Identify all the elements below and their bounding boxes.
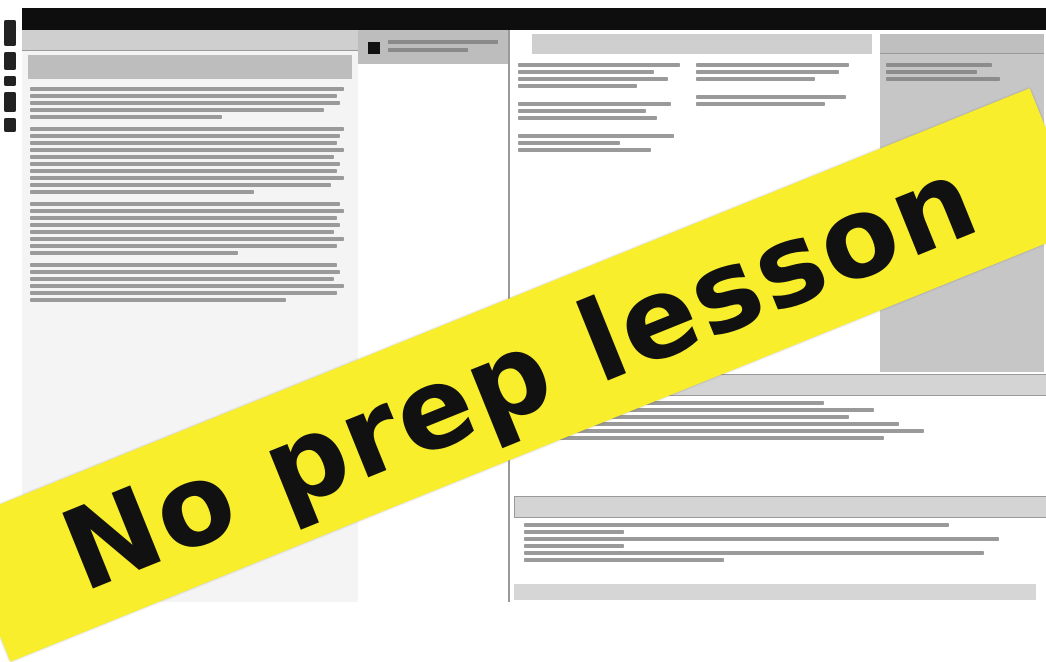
reading-paragraph (30, 263, 350, 302)
worksheet-title-bar (22, 8, 1046, 30)
multiple-choice-list-left (518, 60, 688, 155)
worksheet-page: No prep lesson (0, 0, 1046, 662)
multiple-choice-header (532, 34, 872, 54)
notes-header (358, 30, 508, 64)
worksheet-footer (514, 584, 1036, 600)
key-vocabulary-header (880, 34, 1044, 54)
multiple-choice-list-right (696, 60, 866, 109)
reading-paragraph (30, 127, 350, 194)
reading-paragraph (30, 87, 350, 119)
open-ended-header (514, 496, 1046, 518)
guided-reading-header (22, 30, 358, 51)
open-ended-list (524, 520, 1024, 565)
summary-title (28, 55, 352, 79)
bullet-square-icon (368, 42, 380, 54)
reading-paragraph (30, 202, 350, 255)
